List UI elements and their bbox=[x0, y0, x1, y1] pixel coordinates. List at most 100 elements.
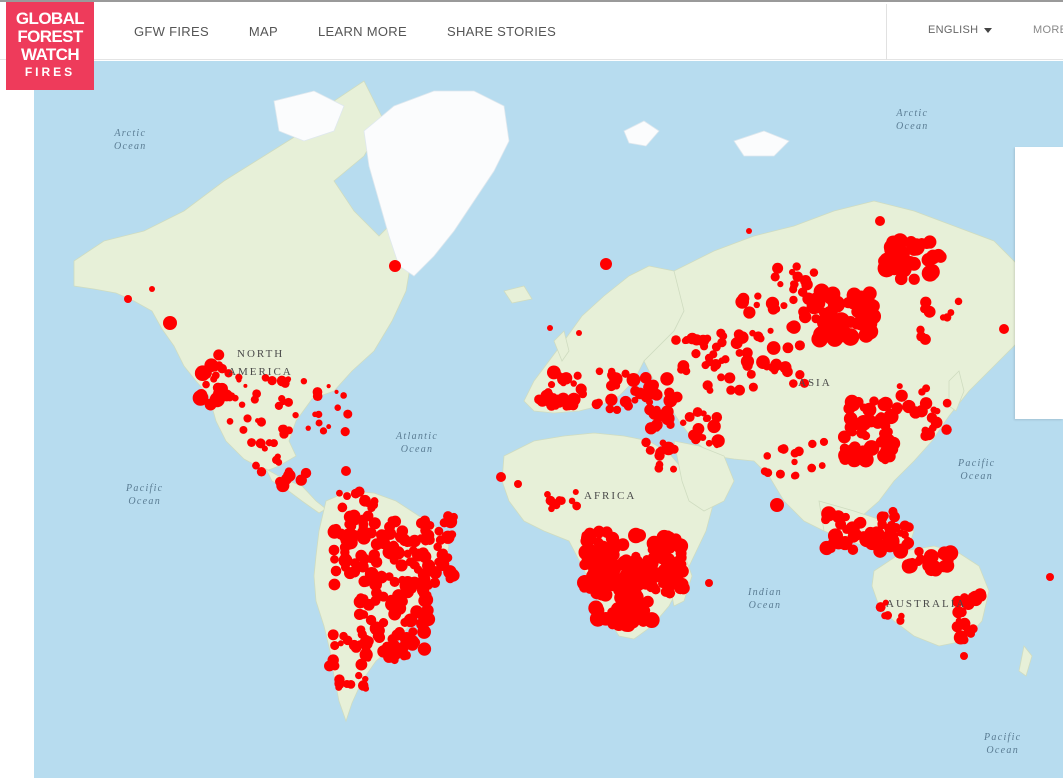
fire-marker bbox=[643, 612, 660, 629]
fire-map[interactable]: Arctic Ocean Arctic Ocean Atlantic Ocean… bbox=[34, 61, 1063, 778]
fire-marker bbox=[922, 384, 931, 393]
nav-learn-more[interactable]: LEARN MORE bbox=[318, 24, 407, 39]
fire-marker bbox=[772, 262, 784, 274]
fire-marker bbox=[828, 300, 842, 314]
fire-marker bbox=[782, 342, 794, 354]
fire-marker bbox=[355, 658, 368, 671]
fire-marker bbox=[357, 629, 367, 640]
fire-marker bbox=[877, 397, 891, 412]
fire-marker bbox=[312, 391, 323, 402]
fire-marker bbox=[679, 419, 687, 427]
fire-marker bbox=[663, 374, 673, 383]
world-basemap bbox=[34, 61, 1063, 778]
fire-marker bbox=[895, 389, 908, 402]
fire-marker bbox=[344, 519, 354, 529]
fire-marker bbox=[770, 498, 784, 512]
fire-marker bbox=[875, 216, 885, 226]
fire-marker bbox=[418, 594, 431, 608]
fire-marker bbox=[915, 554, 926, 565]
continent-label-africa: AFRICA bbox=[584, 490, 637, 502]
fire-marker bbox=[677, 365, 686, 374]
fire-marker bbox=[664, 530, 673, 539]
fire-marker bbox=[716, 328, 726, 338]
fire-marker bbox=[647, 545, 656, 554]
fire-marker bbox=[447, 530, 457, 539]
fire-marker bbox=[797, 287, 808, 297]
fire-marker bbox=[445, 573, 455, 584]
fire-marker bbox=[417, 642, 432, 656]
fire-marker bbox=[269, 439, 278, 448]
fire-marker bbox=[377, 645, 390, 658]
fire-marker bbox=[357, 531, 371, 545]
fire-marker bbox=[369, 621, 384, 636]
fire-marker bbox=[256, 417, 267, 427]
nav-gfw-fires[interactable]: GFW FIRES bbox=[134, 24, 209, 39]
fire-marker bbox=[909, 406, 922, 419]
fire-marker bbox=[405, 557, 416, 567]
fire-marker bbox=[608, 578, 622, 592]
fire-marker bbox=[341, 466, 351, 476]
fire-marker bbox=[844, 316, 857, 328]
fire-marker bbox=[631, 551, 641, 562]
header-bar: GFW FIRES MAP LEARN MORE SHARE STORIES E… bbox=[0, 2, 1063, 60]
fire-marker bbox=[363, 499, 372, 507]
fire-marker bbox=[594, 529, 604, 539]
more-menu[interactable]: MORE bbox=[1033, 24, 1063, 36]
fire-marker bbox=[420, 535, 431, 546]
fire-marker bbox=[406, 635, 419, 648]
fire-marker bbox=[639, 372, 652, 384]
ocean-label-line: Pacific bbox=[126, 483, 164, 494]
map-side-panel[interactable] bbox=[1015, 147, 1063, 419]
fire-marker bbox=[239, 425, 248, 434]
fire-marker bbox=[255, 438, 266, 449]
fire-marker bbox=[328, 578, 341, 591]
fire-marker bbox=[434, 526, 444, 536]
fire-marker bbox=[922, 427, 935, 441]
fire-marker bbox=[401, 576, 415, 590]
ocean-label-pacific-south: Pacific Ocean bbox=[984, 731, 1021, 757]
fire-marker bbox=[344, 567, 357, 580]
fire-marker bbox=[941, 424, 952, 435]
logo-line-4: FIRES bbox=[24, 65, 76, 79]
fire-marker bbox=[645, 391, 653, 399]
fire-marker bbox=[408, 627, 418, 637]
fire-marker bbox=[883, 611, 893, 620]
fire-marker bbox=[444, 515, 458, 529]
fire-marker bbox=[429, 566, 442, 579]
header-divider bbox=[886, 4, 887, 60]
language-selector[interactable]: ENGLISH bbox=[928, 24, 993, 36]
fire-marker bbox=[547, 325, 553, 331]
fire-marker bbox=[883, 427, 893, 437]
fire-marker bbox=[842, 525, 851, 534]
fire-marker bbox=[370, 538, 383, 551]
fire-marker bbox=[707, 419, 721, 434]
fire-marker bbox=[809, 268, 819, 277]
fire-marker bbox=[626, 372, 641, 387]
continent-label-america: AMERICA bbox=[228, 366, 293, 378]
fire-marker bbox=[686, 332, 699, 345]
fire-marker bbox=[753, 301, 761, 309]
fire-marker bbox=[703, 334, 712, 343]
fire-marker bbox=[790, 448, 800, 458]
logo-line-1: GLOBAL bbox=[15, 9, 85, 28]
gfw-fires-logo[interactable]: GLOBAL FOREST WATCH FIRES bbox=[6, 2, 94, 90]
fire-marker bbox=[968, 624, 978, 634]
fire-marker bbox=[862, 286, 877, 301]
fire-marker bbox=[840, 451, 852, 463]
nav-share-stories[interactable]: SHARE STORIES bbox=[447, 24, 556, 39]
nav-map[interactable]: MAP bbox=[249, 24, 278, 39]
fire-marker bbox=[807, 463, 817, 473]
fire-marker bbox=[905, 238, 917, 251]
fire-marker bbox=[370, 497, 379, 506]
fire-marker bbox=[572, 488, 579, 496]
fire-marker bbox=[882, 533, 890, 542]
fire-marker bbox=[547, 381, 556, 389]
ocean-label-line: Ocean bbox=[114, 141, 147, 152]
fire-marker bbox=[766, 341, 781, 355]
fire-marker bbox=[810, 300, 823, 314]
fire-marker bbox=[919, 333, 931, 345]
ocean-label-atlantic: Atlantic Ocean bbox=[396, 430, 438, 456]
fire-marker bbox=[327, 654, 339, 666]
fire-marker bbox=[124, 295, 132, 303]
continent-label-north: NORTH bbox=[237, 348, 285, 360]
